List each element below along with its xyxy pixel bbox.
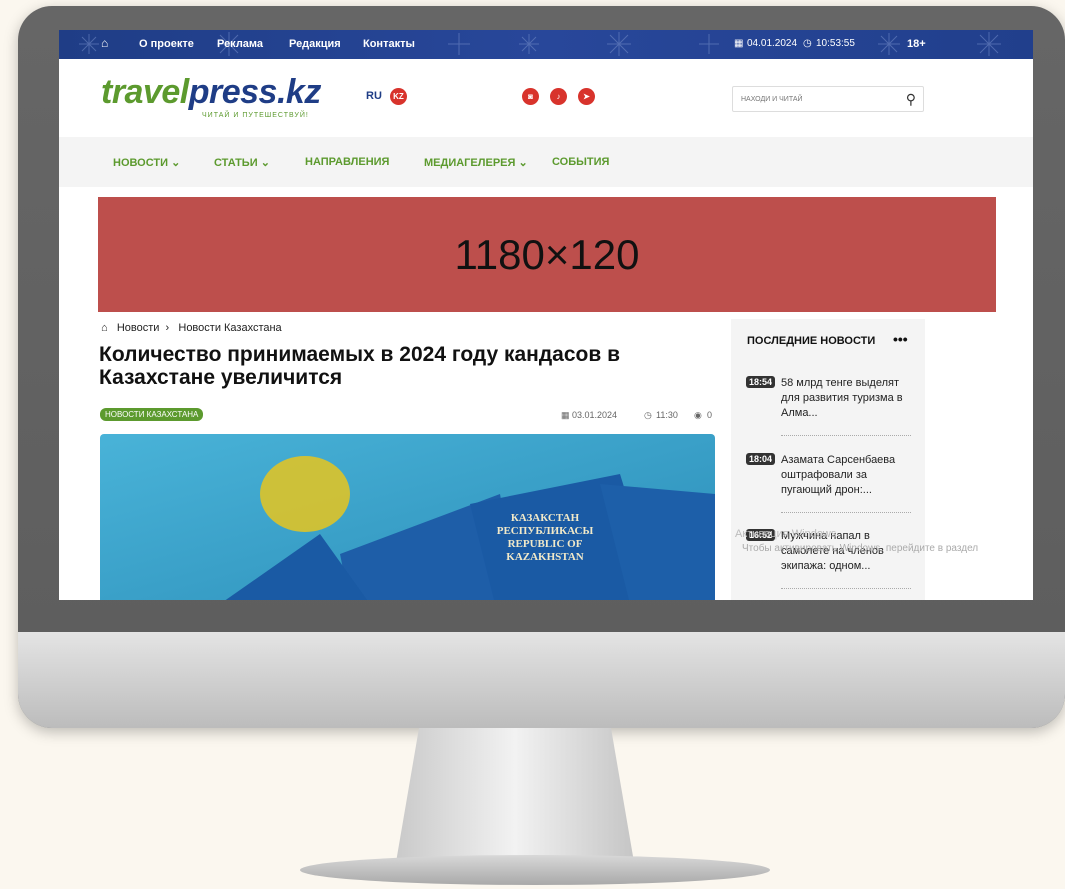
topbar-link-ads[interactable]: Реклама [217, 38, 263, 50]
breadcrumb-news[interactable]: Новости [117, 322, 160, 334]
news-divider [781, 512, 911, 513]
search-input[interactable]: НАХОДИ И ЧИТАЙ ⚲ [732, 86, 924, 112]
windows-activation-text: Чтобы активировать Windows, перейдите в … [742, 543, 979, 554]
topbar-link-about[interactable]: О проекте [139, 38, 194, 50]
telegram-icon[interactable]: ➤ [578, 88, 595, 105]
news-divider [781, 435, 911, 436]
main-nav: НОВОСТИ ⌄ СТАТЬИ ⌄ НАПРАВЛЕНИЯ МЕДИАГЕЛЕ… [59, 137, 1033, 187]
top-bar: ⌂ О проекте Реклама Редакция Контакты ▦ … [59, 30, 1033, 59]
nav-item-media[interactable]: МЕДИАГЕЛЕРЕЯ ⌄ [424, 156, 528, 169]
snowflake-pattern [79, 32, 1001, 56]
monitor-stand [395, 728, 635, 868]
windows-activation-title: Активация Windows [735, 528, 837, 540]
age-badge: 18+ [907, 38, 926, 50]
passport-image [100, 434, 715, 600]
nav-item-label: НОВОСТИ [113, 157, 169, 169]
instagram-icon[interactable]: ◙ [522, 88, 539, 105]
sidebar-title: ПОСЛЕДНИЕ НОВОСТИ [747, 335, 876, 347]
news-divider [781, 588, 911, 589]
nav-item-label: МЕДИАГЕЛЕРЕЯ [424, 157, 516, 169]
breadcrumb-kz-news[interactable]: Новости Казахстана [178, 322, 281, 334]
nav-item-events[interactable]: СОБЫТИЯ [552, 156, 609, 168]
calendar-icon: ▦ [734, 38, 744, 49]
article-views: 0 [707, 410, 713, 420]
chevron-down-icon: ⌄ [260, 157, 270, 169]
clock-icon: ◷ [644, 410, 652, 420]
logo-text-press: press.kz [188, 73, 322, 111]
current-time: 10:53:55 [816, 38, 855, 49]
browser-screen: ⌂ О проекте Реклама Редакция Контакты ▦ … [59, 30, 1033, 600]
breadcrumb: ⌂ Новости › Новости Казахстана [101, 322, 282, 334]
site-logo[interactable]: travelpress.kz [101, 73, 321, 112]
article-photo[interactable]: КАЗАКСТАН РЕСПУБЛИКАСЫ REPUBLIC OF KAZAK… [100, 434, 715, 600]
monitor-base [300, 855, 770, 885]
passport-text: КАЗАКСТАН РЕСПУБЛИКАСЫ REPUBLIC OF KAZAK… [480, 512, 610, 564]
news-text[interactable]: 58 млрд тенге выделят для развития туриз… [781, 376, 919, 421]
news-time: 18:04 [746, 453, 776, 465]
nav-item-directions[interactable]: НАПРАВЛЕНИЯ [305, 156, 389, 168]
site-slogan: ЧИТАЙ И ПУТЕШЕСТВУЙ! [202, 112, 309, 119]
chevron-down-icon: ⌄ [518, 157, 528, 169]
news-text[interactable]: Азамата Сарсенбаева оштрафовали за пугаю… [781, 453, 919, 498]
nav-item-news[interactable]: НОВОСТИ ⌄ [113, 156, 180, 169]
current-date: 04.01.2024 [747, 38, 798, 49]
passport-text-kz: КАЗАКСТАН РЕСПУБЛИКАСЫ [496, 512, 594, 537]
article-date: 03.01.2024 [572, 410, 618, 420]
passport-text-en: REPUBLIC OF KAZAKHSTAN [506, 538, 584, 563]
more-icon[interactable]: ••• [893, 331, 908, 347]
latest-news-sidebar: ПОСЛЕДНИЕ НОВОСТИ ••• 18:54 58 млрд тенг… [731, 319, 925, 600]
topbar-link-editorial[interactable]: Редакция [289, 38, 341, 50]
lang-kz[interactable]: KZ [390, 88, 407, 105]
eye-icon: ◉ [694, 410, 702, 420]
article-title: Количество принимаемых в 2024 году канда… [99, 343, 621, 389]
ad-banner[interactable]: 1180×120 [98, 197, 996, 312]
search-placeholder: НАХОДИ И ЧИТАЙ [741, 96, 803, 103]
nav-item-articles[interactable]: СТАТЬИ ⌄ [214, 156, 270, 169]
monitor-chin [18, 632, 1065, 728]
topbar-link-contacts[interactable]: Контакты [363, 38, 415, 50]
article-time: 11:30 [656, 410, 678, 420]
search-icon[interactable]: ⚲ [906, 91, 916, 108]
news-time: 18:54 [746, 376, 776, 388]
home-icon[interactable]: ⌂ [101, 322, 108, 334]
chevron-down-icon: ⌄ [171, 157, 181, 169]
logo-text-travel: travel [101, 73, 189, 111]
site-header: travelpress.kz ЧИТАЙ И ПУТЕШЕСТВУЙ! RU K… [59, 59, 1033, 137]
home-icon[interactable]: ⌂ [101, 36, 108, 50]
category-tag[interactable]: НОВОСТИ КАЗАХСТАНА [100, 408, 204, 421]
tiktok-icon[interactable]: ♪ [550, 88, 567, 105]
calendar-icon: ▦ [561, 410, 570, 420]
nav-item-label: СТАТЬИ [214, 157, 258, 169]
lang-ru[interactable]: RU [366, 90, 382, 102]
clock-icon: ◷ [803, 38, 812, 49]
